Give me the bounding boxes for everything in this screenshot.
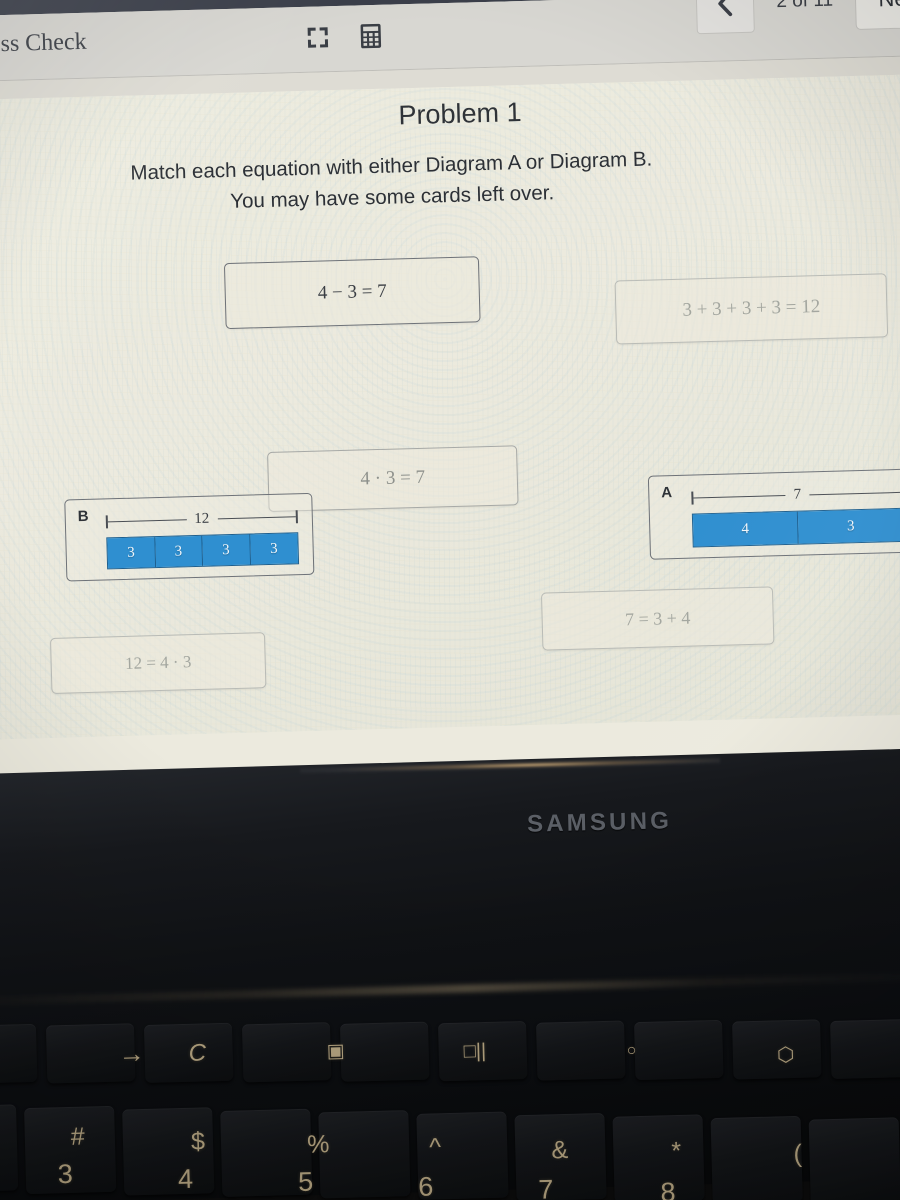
key-fn-multitask[interactable] [339, 1021, 430, 1082]
page-title: ...ness Check [0, 28, 87, 59]
problem-instructions: Match each equation with either Diagram … [31, 141, 752, 222]
key-0[interactable] [710, 1115, 803, 1200]
brace-line-right [217, 515, 297, 520]
bar-segment: 3 [249, 533, 299, 565]
key-label-arrow-right: → [118, 1037, 146, 1069]
next-problem-button[interactable]: Next [854, 0, 900, 30]
equation-text: 3 + 3 + 3 + 3 = 12 [682, 296, 821, 321]
key-6[interactable] [318, 1110, 411, 1199]
diagram-label: A [661, 484, 673, 502]
bar-segment: 3 [154, 535, 204, 568]
key-label-screenshot: ▣ [326, 1040, 345, 1063]
equation-text: 4 · 3 = 7 [360, 466, 426, 490]
key-fn-esc[interactable] [0, 1023, 38, 1085]
key-symbol-dollar: $ [190, 1127, 206, 1156]
problem-navigation: 2 of 11 Next [695, 0, 900, 35]
diagram-label: B [77, 507, 89, 526]
photo-of-laptop-screen: SAMSUNG → C ▣ □|| ○ ⬡ @ # $ % [0, 0, 900, 1200]
diagram-bar: 3 3 3 3 [106, 532, 300, 570]
key-label-brightness-high: ⬡ [776, 1043, 795, 1067]
diagram-total-value: 12 [194, 510, 210, 528]
key-label-brightness-low: ○ [626, 1042, 637, 1060]
bar-segment: 3 [797, 508, 900, 544]
diagram-total-brace: 7 [691, 484, 900, 507]
brace-line-right [809, 491, 900, 496]
key-2[interactable] [0, 1104, 19, 1193]
equation-card[interactable]: 12 = 4 · 3 [49, 632, 267, 694]
header-tool-icons [305, 23, 382, 56]
key-fn-extra-1[interactable] [634, 1019, 724, 1081]
key-digit-3: 3 [57, 1158, 74, 1190]
key-digit-8: 8 [660, 1177, 676, 1200]
key-label-multitask: □|| [463, 1040, 487, 1063]
laptop-screen: Newsela | Instructio... ParentVUE n Stud… [0, 0, 900, 774]
brace-cap-right [296, 510, 298, 524]
key-symbol-percent: % [306, 1130, 330, 1159]
key-fn-brightness-up[interactable] [536, 1020, 626, 1081]
equation-text: 7 = 3 + 4 [624, 607, 691, 629]
page-indicator: 2 of 11 [776, 0, 834, 13]
key-symbol-paren: ( [793, 1139, 803, 1169]
key-fn-screenshot[interactable] [241, 1022, 332, 1083]
bar-segment: 4 [692, 511, 799, 547]
equation-card[interactable]: 3 + 3 + 3 + 3 = 12 [614, 273, 889, 345]
equation-card[interactable]: 7 = 3 + 4 [540, 586, 775, 651]
key-symbol-ampersand: & [550, 1135, 569, 1165]
expand-fullscreen-icon[interactable] [306, 25, 331, 55]
key-digit-6: 6 [417, 1171, 434, 1200]
key-digit-5: 5 [297, 1166, 314, 1197]
diagram-total-value: 7 [793, 486, 802, 503]
key-label-c: C [188, 1039, 207, 1067]
diagram-total-brace: 12 [105, 508, 298, 530]
key-symbol-caret: ^ [428, 1133, 442, 1162]
brace-line-left [107, 518, 187, 523]
chevron-left-icon [718, 0, 732, 17]
previous-problem-button[interactable] [695, 0, 756, 35]
problem-canvas: Problem 1 Match each equation with eithe… [0, 73, 900, 740]
laptop-keyboard: → C ▣ □|| ○ ⬡ @ # $ % ^ & * ( 2 3 4 5 6 … [0, 971, 900, 1200]
key-9[interactable] [612, 1114, 705, 1200]
calculator-icon[interactable] [359, 23, 382, 55]
key-symbol-asterisk: * [671, 1136, 682, 1166]
bar-segment: 3 [107, 537, 156, 569]
bar-segment: 3 [202, 534, 251, 566]
equation-text: 12 = 4 · 3 [124, 652, 192, 673]
key-digit-4: 4 [177, 1163, 194, 1195]
equation-text: 4 − 3 = 7 [317, 280, 387, 304]
key-symbol-hash: # [70, 1122, 86, 1151]
diagram-a[interactable]: A 7 4 3 [647, 468, 900, 560]
diagram-bar: 4 3 [691, 507, 900, 548]
key-fn-extra-3[interactable] [830, 1018, 900, 1080]
brace-line-left [693, 494, 786, 499]
equation-card[interactable]: 4 − 3 = 7 [223, 256, 481, 330]
diagram-b[interactable]: B 12 3 3 3 3 [64, 492, 315, 582]
key-digit-7: 7 [537, 1174, 554, 1200]
key-minus[interactable] [808, 1117, 900, 1200]
samsung-brand-logo: SAMSUNG [526, 807, 673, 838]
